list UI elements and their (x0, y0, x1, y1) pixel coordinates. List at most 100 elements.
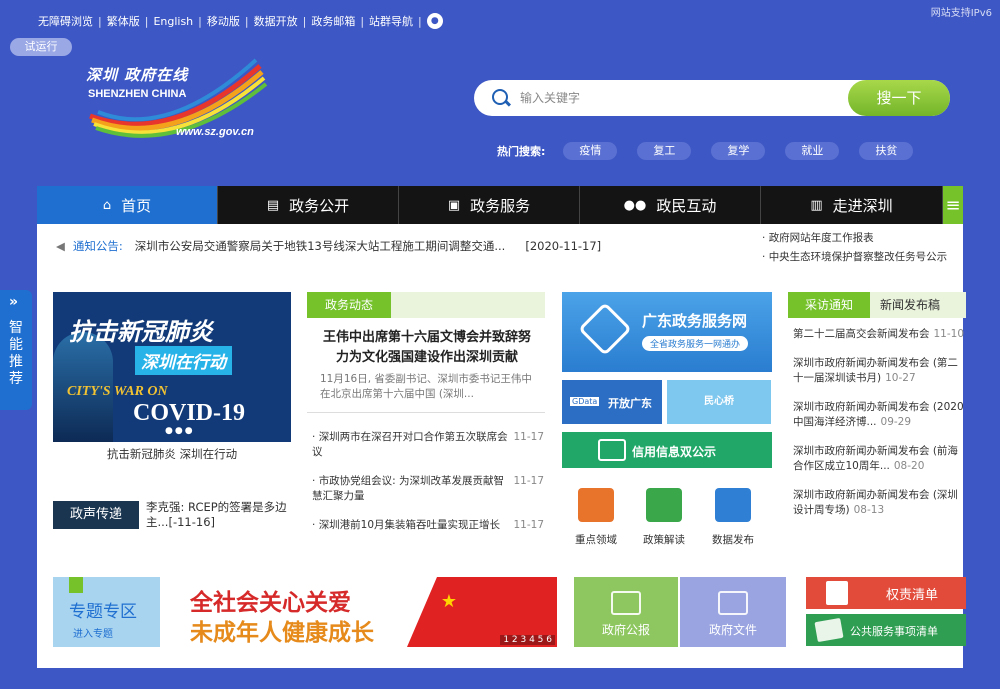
link-inspection[interactable]: · 中央生态环境保护督察整改任务号公示 (762, 248, 947, 267)
gov-news-list: · 深圳两市在深召开对口合作第五次联席会议 11-17 · 市政协党组会议: 为深… (312, 430, 548, 547)
nav-gov-open[interactable]: ▤ 政务公开 (218, 186, 399, 224)
trial-badge: 试运行 (10, 38, 72, 56)
link-accessible[interactable]: 无障碍浏览 (38, 13, 93, 29)
hot-tag[interactable]: 就业 (785, 142, 840, 160)
tab-press-release[interactable]: 新闻发布稿 (880, 292, 940, 318)
double-chevron-icon: » (9, 294, 19, 310)
care-line2: 未成年人健康成长 (190, 620, 374, 646)
gov-bulletin-tile[interactable]: 政府公报 (574, 577, 678, 647)
link-annual-report[interactable]: · 政府网站年度工作报表 (762, 229, 947, 248)
link-site-nav[interactable]: 站群导航 (369, 13, 413, 29)
tab-gov-news[interactable]: 政务动态 (307, 292, 391, 318)
link-mobile[interactable]: 移动版 (207, 13, 240, 29)
robot-icon[interactable]: ● (426, 13, 443, 29)
list-item[interactable]: · 市政协党组会议: 为深圳改革发展贡献智慧汇聚力量 11-17 (312, 474, 548, 504)
voice-label[interactable]: 政声传递 (53, 501, 139, 529)
nav-gov-service[interactable]: ▣ 政务服务 (399, 186, 580, 224)
notice-date: [2020-11-17] (525, 239, 602, 253)
site-logo[interactable]: 深圳 政府在线 SHENZHEN CHINA www.sz.gov.cn (80, 56, 270, 146)
clipboard-icon (826, 581, 848, 605)
voice-text[interactable]: 李克强: RCEP的签署是多边主...[-11-16] (146, 500, 296, 530)
gd-service-title: 广东政务服务网 (642, 312, 748, 330)
monitor-icon: ▣ (447, 197, 461, 213)
tab-interview-notice[interactable]: 采访通知 (788, 292, 870, 318)
link-english[interactable]: English (153, 15, 193, 28)
quick-policy-interp[interactable]: 政策解读 (639, 488, 689, 547)
news-icon: ▤ (266, 197, 280, 213)
open-guangdong-button[interactable]: GData 开放广东 (562, 380, 662, 424)
carousel-dots[interactable]: ●●● (165, 426, 195, 436)
list-item[interactable]: · 深圳港前10月集装箱吞吐量实现正增长 11-17 (312, 518, 548, 533)
separator: | (418, 14, 422, 28)
quick-key-areas[interactable]: 重点领域 (571, 488, 621, 547)
link-open-data[interactable]: 数据开放 (254, 13, 298, 29)
press-list: 第二十二届高交会新闻发布会 11-10 深圳市政府新闻办新闻发布会 (第二十一届深… (793, 327, 967, 532)
book-icon (646, 488, 682, 522)
credit-info-button[interactable]: 信用信息双公示 (562, 432, 772, 468)
hot-tag[interactable]: 复学 (711, 142, 766, 160)
guangdong-service-banner[interactable]: 广东政务服务网 全省政务服务一网通办 (562, 292, 772, 372)
nav-label: 首页 (121, 196, 152, 215)
pinwheel-icon (578, 302, 632, 356)
separator: | (244, 14, 249, 28)
topic-title: 专题专区 (69, 602, 137, 622)
list-item[interactable]: 深圳市政府新闻办新闻发布会 (深圳设计周专场) 08-13 (793, 488, 967, 518)
separator: | (360, 14, 365, 28)
list-item[interactable]: 深圳市政府新闻办新闻发布会 (前海合作区成立10周年... 08-20 (793, 444, 967, 474)
search-input[interactable] (520, 88, 820, 108)
minxinqiao-button[interactable]: 民心桥 (667, 380, 771, 424)
care-banner[interactable]: 全社会关心关爱 未成年人健康成长 ★ 1 2 3 4 5 6 (160, 577, 557, 647)
public-service-list-button[interactable]: 公共服务事项清单 (806, 614, 966, 646)
bookmark-icon (69, 577, 83, 593)
topic-zone-tile[interactable]: 专题专区 进入专题 (53, 577, 161, 647)
list-item[interactable]: 深圳市政府新闻办新闻发布会 (第二十一届深圳读书月) 10-27 (793, 356, 967, 386)
search-icon (492, 89, 508, 105)
banner-en-line2: COVID-19 (133, 400, 245, 426)
document-icon (814, 617, 844, 643)
hot-search: 热门搜索: 疫情 复工 复学 就业 扶贫 (497, 142, 933, 160)
nav-interaction[interactable]: ●● 政民互动 (580, 186, 761, 224)
hot-tag[interactable]: 复工 (637, 142, 692, 160)
divider (307, 412, 545, 413)
list-item[interactable]: 第二十二届高交会新闻发布会 11-10 (793, 327, 967, 342)
gov-news-header: 政务动态 (307, 292, 545, 318)
envelope-icon (598, 439, 626, 461)
separator: | (98, 14, 102, 28)
gov-news-headline[interactable]: 王伟中出席第十六届文博会并致辞努力为文化强国建设作出深圳贡献 (320, 328, 534, 368)
separator: | (302, 14, 307, 28)
banner-en-line1: CITY'S WAR ON (67, 384, 168, 399)
smart-recommend-tab[interactable]: » 智能推荐 (0, 290, 32, 410)
notice-bar: ◀ 通知公告: 深圳市公安局交通警察局关于地铁13号线深大站工程施工期间调整交通… (56, 236, 756, 256)
search-button[interactable]: 搜一下 (848, 80, 950, 116)
hot-tag[interactable]: 疫情 (563, 142, 618, 160)
list-item[interactable]: · 深圳两市在深召开对口合作第五次联席会议 11-17 (312, 430, 548, 460)
banner-subtitle: 深圳在行动 (135, 346, 232, 375)
banner-caption[interactable]: 抗击新冠肺炎 深圳在行动 (53, 446, 291, 462)
nav-home[interactable]: ⌂ 首页 (37, 186, 218, 224)
quick-data-release[interactable]: 数据发布 (708, 488, 758, 547)
press-header: 采访通知 新闻发布稿 (788, 292, 966, 318)
people-icon: ●● (623, 197, 647, 213)
monitor-icon (578, 488, 614, 522)
nav-about-shenzhen[interactable]: ▥ 走进深圳 (761, 186, 943, 224)
list-item[interactable]: 深圳市政府新闻办新闻发布会 (2020中国海洋经济博... 09-29 (793, 400, 967, 430)
gdata-badge: GData (570, 397, 600, 406)
link-gov-mail[interactable]: 政务邮箱 (311, 13, 355, 29)
covid-banner[interactable]: 抗击新冠肺炎 深圳在行动 CITY'S WAR ON COVID-19 ●●● (53, 292, 291, 442)
gov-docs-tile[interactable]: 政府文件 (680, 577, 786, 647)
carousel-pager[interactable]: 1 2 3 4 5 6 (500, 635, 555, 645)
link-traditional[interactable]: 繁体版 (107, 13, 140, 29)
nav-label: 政务服务 (470, 196, 531, 215)
newspaper-icon (611, 591, 641, 615)
care-line1: 全社会关心关爱 (190, 590, 351, 616)
smart-recommend-label: 智能推荐 (9, 320, 23, 387)
logo-cn-text: 深圳 政府在线 (86, 66, 189, 84)
search-box: 搜一下 (474, 80, 950, 116)
notice-link[interactable]: 深圳市公安局交通警察局关于地铁13号线深大站工程施工期间调整交通... (135, 238, 506, 254)
logo-en-text: SHENZHEN CHINA (88, 88, 187, 100)
power-list-button[interactable]: 权责清单 (806, 577, 966, 609)
menu-icon[interactable]: ≡ (943, 186, 963, 224)
hot-tag[interactable]: 扶贫 (859, 142, 914, 160)
main-nav: ⌂ 首页 ▤ 政务公开 ▣ 政务服务 ●● 政民互动 ▥ 走进深圳 ≡ (37, 186, 963, 224)
ipv6-label: 网站支持IPv6 (930, 8, 992, 19)
